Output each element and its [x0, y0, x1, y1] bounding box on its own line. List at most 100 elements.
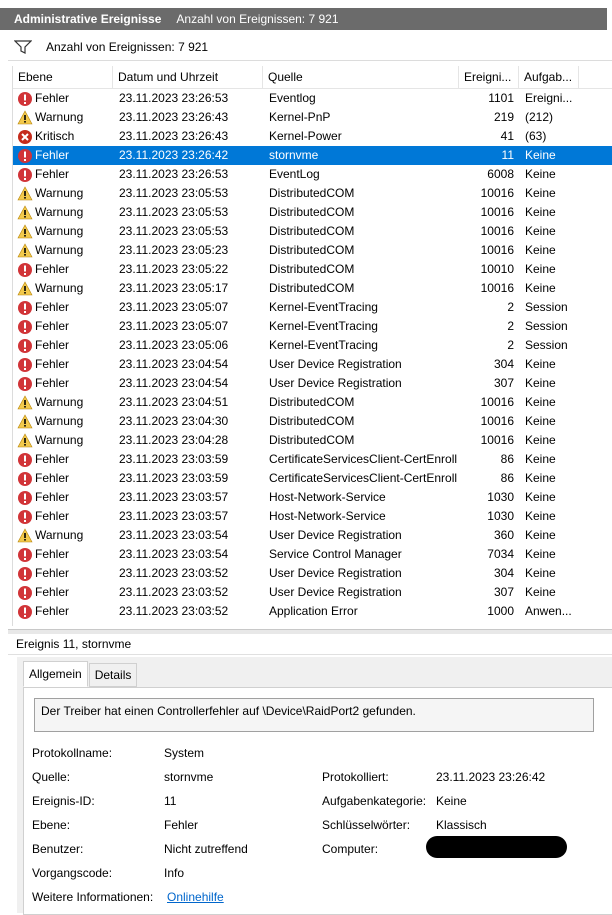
task-category-label: Aufgabenkategorie:: [322, 794, 427, 808]
source-cell: User Device Registration: [269, 585, 402, 599]
table-row[interactable]: Warnung 23.11.2023 23:05:17 DistributedCOM…: [13, 279, 612, 298]
error-icon: [18, 358, 32, 372]
table-row[interactable]: Kritisch 23.11.2023 23:26:43 Kernel-Power 4…: [13, 127, 612, 146]
level-value: Fehler: [164, 818, 199, 832]
table-row[interactable]: Fehler 23.11.2023 23:26:42 stornvme 11 Keine: [13, 146, 612, 165]
level-text: Fehler: [35, 148, 70, 162]
category-cell: Session: [525, 319, 568, 333]
table-row[interactable]: Fehler 23.11.2023 23:03:54 Service Control…: [13, 545, 612, 564]
table-row[interactable]: Warnung 23.11.2023 23:05:53 DistributedCOM…: [13, 222, 612, 241]
column-header-level[interactable]: Ebene: [13, 66, 113, 88]
tab-details[interactable]: Details: [88, 663, 138, 687]
grid-header: Ebene Datum und Uhrzeit Quelle Ereigni..…: [13, 66, 612, 89]
event-id-cell: 10016: [480, 414, 514, 428]
table-row[interactable]: Fehler 23.11.2023 23:03:52 Application Err…: [13, 602, 612, 621]
column-header-source[interactable]: Quelle: [263, 66, 459, 88]
warning-icon: [17, 224, 33, 239]
table-row[interactable]: Warnung 23.11.2023 23:26:43 Kernel-PnP 219 (…: [13, 108, 612, 127]
table-row[interactable]: Warnung 23.11.2023 23:05:53 DistributedCOM…: [13, 203, 612, 222]
level-text: Fehler: [35, 566, 70, 580]
source-cell: CertificateServicesClient-CertEnroll: [269, 471, 458, 485]
warning-icon: [17, 205, 33, 220]
level-text: Warnung: [35, 528, 84, 542]
source-cell: Host-Network-Service: [269, 490, 386, 504]
table-row[interactable]: Warnung 23.11.2023 23:05:23 DistributedCOM…: [13, 241, 612, 260]
source-cell: Kernel-EventTracing: [269, 338, 378, 352]
level-cell: Fehler: [15, 583, 115, 602]
table-row[interactable]: Fehler 23.11.2023 23:05:22 DistributedCOM 1…: [13, 260, 612, 279]
table-row[interactable]: Warnung 23.11.2023 23:05:53 DistributedCOM…: [13, 184, 612, 203]
level-cell: Fehler: [15, 165, 115, 184]
table-row[interactable]: Fehler 23.11.2023 23:04:54 User Device Reg…: [13, 355, 612, 374]
table-row[interactable]: Warnung 23.11.2023 23:03:54 User Device Re…: [13, 526, 612, 545]
category-cell: Keine: [525, 471, 556, 485]
date-cell: 23.11.2023 23:05:53: [119, 224, 229, 238]
level-text: Kritisch: [35, 129, 75, 143]
column-header-event-id[interactable]: Ereigni...: [459, 66, 519, 88]
level-cell: Fehler: [15, 260, 115, 279]
source-cell: Kernel-EventTracing: [269, 319, 378, 333]
column-header-category[interactable]: Aufgab...: [519, 66, 579, 88]
more-info-label: Weitere Informationen:: [32, 890, 154, 904]
error-icon: [18, 453, 32, 467]
date-cell: 23.11.2023 23:05:17: [119, 281, 229, 295]
error-icon: [18, 510, 32, 524]
source-cell: Kernel-EventTracing: [269, 300, 378, 314]
column-header-date[interactable]: Datum und Uhrzeit: [113, 66, 263, 88]
table-row[interactable]: Fehler 23.11.2023 23:03:59 CertificateServ…: [13, 469, 612, 488]
date-cell: 23.11.2023 23:26:43: [119, 110, 229, 124]
level-text: Fehler: [35, 547, 70, 561]
table-row[interactable]: Fehler 23.11.2023 23:05:07 Kernel-EventTra…: [13, 317, 612, 336]
table-row[interactable]: Fehler 23.11.2023 23:26:53 EventLog 6008 Kei…: [13, 165, 612, 184]
level-text: Fehler: [35, 509, 70, 523]
table-row[interactable]: Fehler 23.11.2023 23:05:06 Kernel-EventTra…: [13, 336, 612, 355]
event-id-cell: 10016: [480, 281, 514, 295]
table-row[interactable]: Fehler 23.11.2023 23:04:54 User Device Reg…: [13, 374, 612, 393]
event-id-cell: 307: [493, 585, 514, 599]
tab-general[interactable]: Allgemein: [23, 661, 88, 687]
date-cell: 23.11.2023 23:05:06: [119, 338, 229, 352]
level-text: Fehler: [35, 300, 70, 314]
table-row[interactable]: Fehler 23.11.2023 23:03:52 User Device Reg…: [13, 564, 612, 583]
category-cell: Keine: [525, 243, 556, 257]
table-row[interactable]: Warnung 23.11.2023 23:04:51 DistributedCOM…: [13, 393, 612, 412]
level-cell: Fehler: [15, 355, 115, 374]
table-row[interactable]: Fehler 23.11.2023 23:03:52 User Device Reg…: [13, 583, 612, 602]
table-row[interactable]: Warnung 23.11.2023 23:04:28 DistributedCOM…: [13, 431, 612, 450]
event-id-cell: 1101: [488, 91, 514, 105]
date-cell: 23.11.2023 23:03:59: [119, 471, 229, 485]
level-text: Fehler: [35, 376, 70, 390]
level-text: Fehler: [35, 585, 70, 599]
filter-icon[interactable]: [14, 40, 32, 54]
source-cell: DistributedCOM: [269, 205, 355, 219]
level-cell: Kritisch: [15, 127, 115, 146]
table-row[interactable]: Fehler 23.11.2023 23:03:57 Host-Network-Se…: [13, 507, 612, 526]
user-value: Nicht zutreffend: [164, 842, 248, 856]
level-cell: Fehler: [15, 298, 115, 317]
table-row[interactable]: Fehler 23.11.2023 23:03:59 CertificateServ…: [13, 450, 612, 469]
event-id-cell: 304: [493, 357, 514, 371]
event-id-cell: 6008: [487, 167, 514, 181]
general-tab-body: Der Treiber hat einen Controllerfehler a…: [23, 687, 612, 915]
level-cell: Warnung: [15, 222, 115, 241]
category-cell: Keine: [525, 509, 556, 523]
level-text: Fehler: [35, 262, 70, 276]
category-cell: Anwen...: [525, 604, 572, 618]
table-row[interactable]: Fehler 23.11.2023 23:05:07 Kernel-EventTra…: [13, 298, 612, 317]
event-message[interactable]: Der Treiber hat einen Controllerfehler a…: [34, 698, 594, 732]
category-cell: (63): [525, 129, 547, 143]
date-cell: 23.11.2023 23:04:54: [119, 376, 229, 390]
source-cell: DistributedCOM: [269, 243, 355, 257]
table-row[interactable]: Warnung 23.11.2023 23:04:30 DistributedCOM…: [13, 412, 612, 431]
table-row[interactable]: Fehler 23.11.2023 23:03:57 Host-Network-Se…: [13, 488, 612, 507]
online-help-link[interactable]: Onlinehilfe: [167, 890, 224, 904]
date-cell: 23.11.2023 23:03:57: [119, 490, 229, 504]
error-icon: [18, 491, 32, 505]
table-row[interactable]: Fehler 23.11.2023 23:26:53 Eventlog 1101 Ere…: [13, 89, 612, 108]
warning-icon: [17, 243, 33, 258]
event-id-cell: 2: [507, 319, 514, 333]
keywords-value: Klassisch: [436, 818, 487, 832]
event-id-cell: 1000: [487, 604, 514, 618]
event-id-cell: 10016: [480, 243, 514, 257]
category-cell: Keine: [525, 547, 556, 561]
